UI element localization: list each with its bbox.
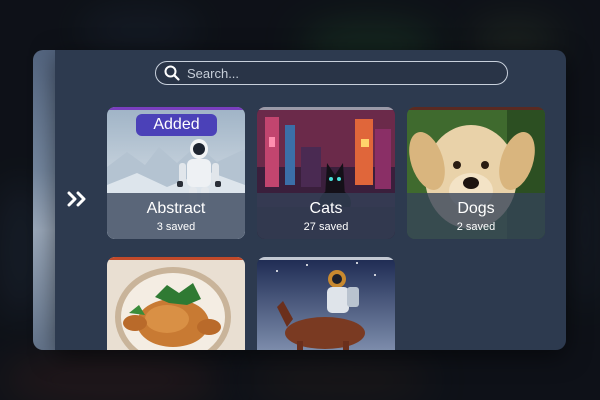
double-chevron-right-icon [67, 191, 87, 212]
search-icon [163, 64, 181, 82]
collection-card-food[interactable] [107, 257, 245, 350]
card-caption: Cats 27 saved [257, 193, 395, 239]
search-bar[interactable] [155, 61, 508, 85]
search-input[interactable] [187, 65, 507, 81]
expand-button[interactable] [63, 187, 91, 215]
collection-card-astronaut[interactable] [257, 257, 395, 350]
collection-name: Cats [309, 199, 343, 217]
card-caption: Abstract 3 saved [107, 193, 245, 239]
collection-card-cats[interactable]: Cats 27 saved [257, 107, 395, 239]
collection-name: Abstract [146, 199, 206, 217]
collections-panel: Added Abstract 3 saved [55, 50, 566, 350]
collection-card-abstract[interactable]: Added Abstract 3 saved [107, 107, 245, 239]
card-image [257, 257, 395, 350]
card-caption: Dogs 2 saved [407, 193, 545, 239]
collection-name: Dogs [457, 199, 495, 217]
saved-count: 2 saved [456, 220, 496, 233]
added-badge: Added [136, 114, 217, 136]
saved-count: 27 saved [303, 220, 349, 233]
collection-card-dogs[interactable]: Dogs 2 saved [407, 107, 545, 239]
collapsed-side-panel[interactable] [33, 50, 57, 350]
card-image [107, 257, 245, 350]
saved-count: 3 saved [156, 220, 196, 233]
